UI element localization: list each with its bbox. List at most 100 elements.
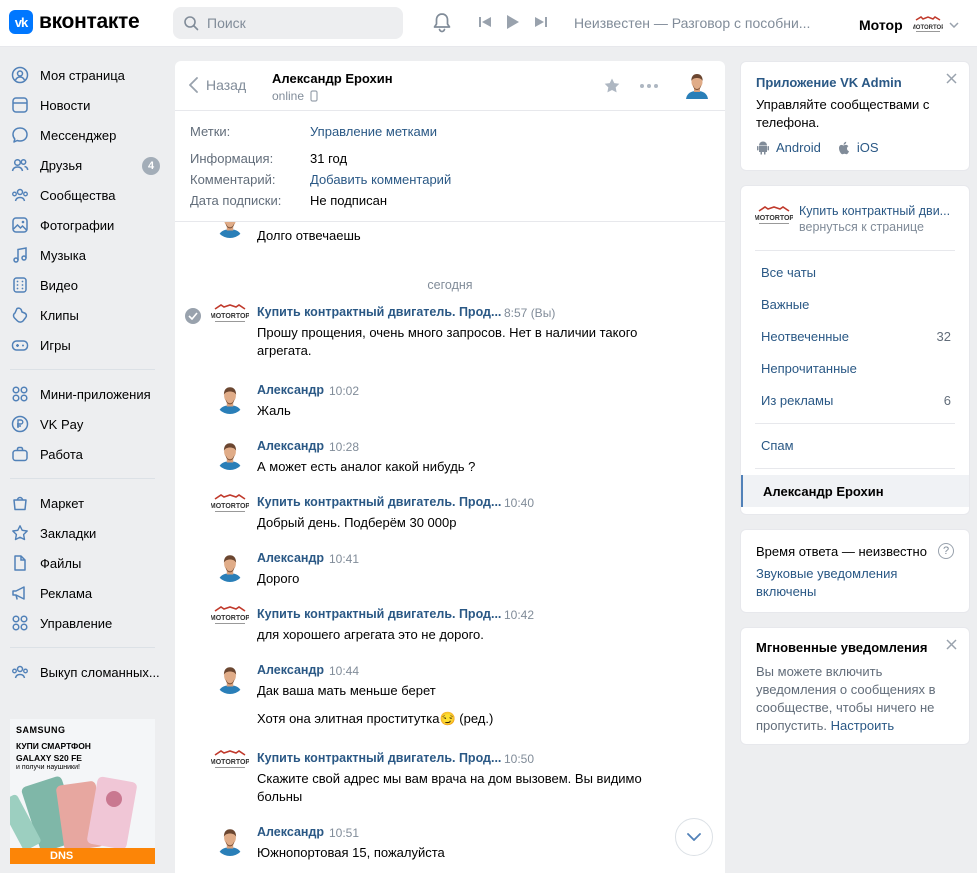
filter-spam[interactable]: Спам [741,429,971,461]
sender-avatar[interactable] [215,664,245,694]
notifications-bell-icon[interactable] [432,12,452,34]
sidebar-item-games[interactable]: Игры [0,330,165,360]
sidebar-item-music[interactable]: Музыка [0,240,165,270]
friends-count-badge: 4 [142,157,160,175]
sidebar-item-communities[interactable]: Сообщества [0,180,165,210]
sidebar-item-label: Клипы [40,307,79,323]
sidebar-item-work[interactable]: Работа [0,439,165,469]
sidebar-item-vkpay[interactable]: VK Pay [0,409,165,439]
sidebar-item-market[interactable]: Маркет [0,488,165,518]
filter-important[interactable]: Важные [741,288,971,320]
sender-name[interactable]: Купить контрактный двигатель. Прод... [257,495,501,509]
mobile-icon [304,90,318,102]
sender-name[interactable]: Купить контрактный двигатель. Прод... [257,305,501,319]
sidebar-item-manage[interactable]: Управление [0,608,165,638]
top-bar: vk вконтакте Поиск Неизвестен — Разговор… [0,0,977,47]
message-time[interactable]: 10:50 [504,752,534,766]
vk-logo[interactable]: vk вконтакте [9,10,140,34]
next-track-icon[interactable] [534,15,548,29]
sender-name[interactable]: Александр [257,551,324,565]
instant-notifications-text: Вы можете включить уведомления о сообщен… [756,663,954,735]
manage-tags-link[interactable]: Управление метками [310,124,437,139]
message-text: Дак ваша мать меньше берет [257,683,436,698]
work-icon [10,444,30,464]
chat-title[interactable]: Александр Ерохин [272,71,393,86]
vk-admin-text: Управляйте сообществами с телефона. [756,97,930,130]
configure-link[interactable]: Настроить [831,718,895,733]
filter-from-ads[interactable]: Из рекламы 6 [741,384,971,416]
sidebar-item-group[interactable]: Выкуп сломанных... [0,657,165,687]
message-time[interactable]: 8:57 (Вы) [504,306,555,320]
motortop-logo-icon: MOTORTOP [211,303,249,325]
sender-avatar[interactable] [215,440,245,470]
previous-track-icon[interactable] [478,15,492,29]
filter-unanswered[interactable]: Неотвеченные 32 [741,320,971,352]
svg-text:MOTORTOP: MOTORTOP [211,759,249,766]
scroll-down-button[interactable] [675,818,713,856]
ad-brand: SAMSUNG [16,725,66,735]
sidebar-item-label: Новости [40,97,91,113]
sidebar-item-bookmarks[interactable]: Закладки [0,518,165,548]
sender-avatar[interactable] [215,384,245,414]
message-time[interactable]: 10:02 [329,384,359,398]
sidebar-item-friends[interactable]: Друзья 4 [0,150,165,180]
sender-name[interactable]: Александр [257,825,324,839]
close-icon[interactable] [946,639,957,650]
bookmark-icon [10,523,30,543]
search-input[interactable]: Поиск [173,7,403,39]
sidebar-item-photos[interactable]: Фотографии [0,210,165,240]
android-link[interactable]: Android [756,140,821,155]
message-time[interactable]: 10:51 [329,826,359,840]
filter-unread[interactable]: Непрочитанные [741,352,971,384]
motortop-logo-icon: MOTORTOP [913,14,943,36]
close-icon[interactable] [946,73,957,84]
search-placeholder: Поиск [207,15,246,31]
sidebar-item-ads[interactable]: Реклама [0,578,165,608]
sender-name[interactable]: Александр [257,663,324,677]
sidebar-item-clips[interactable]: Клипы [0,300,165,330]
sound-notifications-link[interactable]: Звуковые уведомления включены [756,565,954,601]
sender-avatar[interactable] [215,552,245,582]
chat-header: Назад Александр Ерохин online [175,61,725,111]
sidebar-item-mini-apps[interactable]: Мини-приложения [0,379,165,409]
message-time[interactable]: 10:42 [504,608,534,622]
ad-phones-image [10,775,155,850]
ios-link[interactable]: iOS [837,140,878,155]
sidebar-item-files[interactable]: Файлы [0,548,165,578]
sidebar-ad-banner[interactable]: SAMSUNG КУПИ СМАРТФОН GALAXY S20 FE и по… [10,719,155,864]
group-back-link[interactable]: MOTORTOP Купить контрактный дви... верну… [755,204,960,234]
sidebar-item-news[interactable]: Новости [0,90,165,120]
sender-avatar[interactable] [215,222,245,238]
vk-admin-title[interactable]: Приложение VK Admin [756,75,954,90]
more-options-icon[interactable] [639,83,659,89]
play-icon[interactable] [506,14,520,30]
message-time[interactable]: 10:44 [329,664,359,678]
chat-avatar[interactable] [683,71,711,99]
sender-name[interactable]: Купить контрактный двигатель. Прод... [257,607,501,621]
divider [755,423,955,424]
subscription-key: Дата подписки: [190,193,282,208]
now-playing-title[interactable]: Неизвестен — Разговор с пособни... [574,15,834,31]
sidebar-item-video[interactable]: Видео [0,270,165,300]
active-chat-item[interactable]: Александр Ерохин [741,475,969,507]
sender-name[interactable]: Александр [257,383,324,397]
chevron-down-icon [949,22,959,28]
star-icon[interactable] [603,77,621,95]
back-button[interactable]: Назад [189,77,246,93]
message-time[interactable]: 10:28 [329,440,359,454]
sidebar-item-messenger[interactable]: Мессенджер [0,120,165,150]
sender-name[interactable]: Купить контрактный двигатель. Прод... [257,751,501,765]
sender-avatar[interactable] [215,826,245,856]
sidebar-item-label: Выкуп сломанных... [40,664,160,680]
date-separator: сегодня [427,278,473,292]
tags-key: Метки: [190,124,231,139]
filter-all-chats[interactable]: Все чаты [741,256,971,288]
add-comment-link[interactable]: Добавить комментарий [310,172,451,187]
sidebar-item-my-page[interactable]: Моя страница [0,60,165,90]
profile-menu[interactable]: Мотор MOTORTOP [859,14,959,36]
message-time[interactable]: 10:41 [329,552,359,566]
message-text: А может есть аналог какой нибудь ? [257,459,476,474]
help-icon[interactable]: ? [938,543,954,559]
message-time[interactable]: 10:40 [504,496,534,510]
sender-name[interactable]: Александр [257,439,324,453]
